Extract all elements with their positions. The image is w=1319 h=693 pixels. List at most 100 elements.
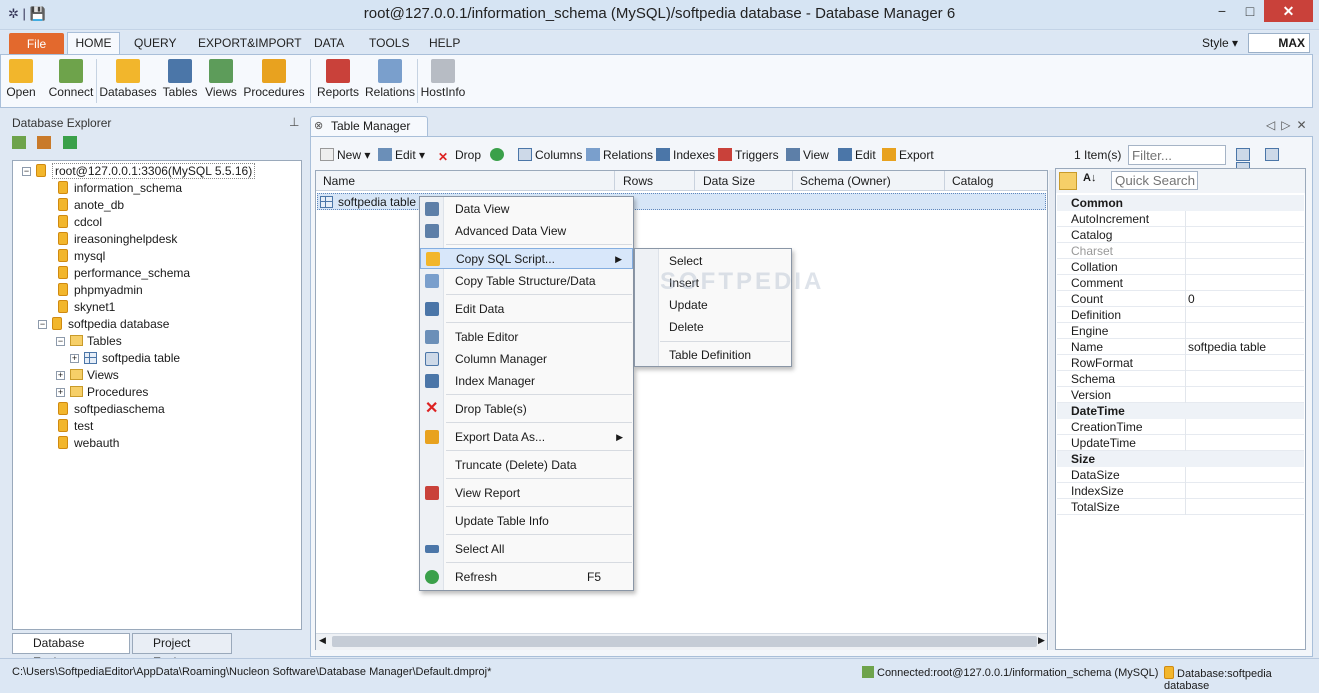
collapse-icon[interactable]: − (38, 320, 47, 329)
edit-data-button[interactable]: Edit (838, 147, 876, 163)
tab-help[interactable]: HELP (423, 35, 466, 55)
column-divider[interactable] (614, 171, 615, 191)
scrollbar-thumb[interactable] (332, 636, 1037, 647)
tree-database[interactable]: mysql (58, 248, 105, 265)
submenu-item-table-definition[interactable]: Table Definition (635, 345, 791, 365)
menu-item-copy-structure[interactable]: Copy Table Structure/Data (420, 271, 633, 291)
tab-export-import[interactable]: EXPORT&IMPORT (192, 35, 308, 55)
column-header-data-size[interactable]: Data Size (703, 174, 755, 188)
refresh-button[interactable] (490, 147, 507, 163)
category-size[interactable]: Size (1057, 451, 1304, 467)
column-header-rows[interactable]: Rows (623, 174, 653, 188)
column-header-name[interactable]: Name (323, 174, 355, 188)
tree-folder-tables[interactable]: − Tables (56, 333, 122, 350)
property-row[interactable]: UpdateTime (1057, 435, 1304, 451)
triggers-button[interactable]: Triggers (718, 147, 779, 163)
connect-icon[interactable] (12, 136, 26, 149)
categorized-icon[interactable] (1059, 172, 1077, 190)
sort-alpha-icon[interactable]: A↓ (1083, 172, 1096, 184)
menu-item-advanced-data-view[interactable]: Advanced Data View (420, 221, 633, 241)
expand-icon[interactable]: + (56, 371, 65, 380)
collapse-icon[interactable]: − (22, 167, 31, 176)
document-nav-icons[interactable]: ◁▷✕ (1266, 118, 1313, 132)
tree-database[interactable]: information_schema (58, 180, 182, 197)
disconnect-icon[interactable] (37, 136, 52, 149)
tab-table-manager[interactable]: Table Manager (310, 116, 428, 136)
property-row[interactable]: Name softpedia table (1057, 339, 1304, 355)
property-row[interactable]: Collation (1057, 259, 1304, 275)
menu-item-copy-sql-script[interactable]: Copy SQL Script... ▶ (420, 248, 633, 269)
menu-item-edit-data[interactable]: Edit Data (420, 299, 633, 319)
tables-button[interactable]: Tables (160, 55, 200, 105)
export-button[interactable]: Export (882, 147, 934, 163)
view-button[interactable]: View (786, 147, 829, 163)
scroll-right-icon[interactable]: ▶ (1038, 635, 1045, 646)
connect-button[interactable]: Connect (48, 55, 94, 105)
filter-input[interactable] (1128, 145, 1226, 165)
drop-button[interactable]: ✕ Drop (438, 147, 481, 164)
menu-item-table-editor[interactable]: Table Editor (420, 327, 633, 347)
maximize-button[interactable]: □ (1236, 0, 1264, 22)
category-common[interactable]: Common (1057, 195, 1304, 211)
procedures-button[interactable]: Procedures (243, 55, 305, 105)
table-row-name[interactable]: softpedia table (320, 195, 416, 209)
tree-table[interactable]: + softpedia table (70, 350, 180, 367)
columns-button[interactable]: Columns (518, 147, 582, 163)
submenu-item-update[interactable]: Update (635, 295, 791, 315)
hostinfo-button[interactable]: HostInfo (420, 55, 466, 105)
property-row[interactable]: Version (1057, 387, 1304, 403)
column-divider[interactable] (792, 171, 793, 191)
category-datetime[interactable]: DateTime (1057, 403, 1304, 419)
tree-database-softpedia[interactable]: − softpedia database (38, 316, 169, 333)
menu-item-index-manager[interactable]: Index Manager (420, 371, 633, 391)
tree-database[interactable]: webauth (58, 435, 119, 452)
property-row[interactable]: Schema (1057, 371, 1304, 387)
property-row[interactable]: Charset (1057, 243, 1304, 259)
reports-button[interactable]: Reports (316, 55, 360, 105)
column-header-catalog[interactable]: Catalog (952, 174, 993, 188)
views-button[interactable]: Views (203, 55, 239, 105)
column-divider[interactable] (944, 171, 945, 191)
pin-icon[interactable]: ⊥ (289, 115, 299, 129)
tab-database-explorer[interactable]: Database Explorer (12, 633, 130, 669)
quick-search-input[interactable] (1111, 171, 1198, 190)
property-row[interactable]: AutoIncrement (1057, 211, 1304, 227)
menu-item-truncate[interactable]: Truncate (Delete) Data (420, 455, 633, 475)
open-button[interactable]: Open (5, 55, 37, 105)
expand-icon[interactable]: + (56, 388, 65, 397)
tab-query[interactable]: QUERY (128, 35, 182, 55)
property-row[interactable]: TotalSize (1057, 499, 1304, 515)
expand-icon[interactable]: + (70, 354, 79, 363)
tree-database[interactable]: anote_db (58, 197, 124, 214)
details-view-icon[interactable] (1265, 148, 1280, 161)
menu-item-update-table-info[interactable]: Update Table Info (420, 511, 633, 531)
collapse-icon[interactable]: − (56, 337, 65, 346)
submenu-item-delete[interactable]: Delete (635, 317, 791, 337)
style-selector[interactable]: MAX (1248, 33, 1310, 53)
menu-item-select-all[interactable]: Select All (420, 539, 633, 559)
style-label[interactable]: Style ▾ (1202, 36, 1238, 50)
indexes-button[interactable]: Indexes (656, 147, 715, 163)
menu-item-refresh[interactable]: Refresh F5 (420, 567, 633, 587)
tree-folder-procedures[interactable]: + Procedures (56, 384, 148, 401)
list-view-icon[interactable] (1236, 148, 1250, 161)
tree-database[interactable]: test (58, 418, 93, 435)
tree-database[interactable]: skynet1 (58, 299, 115, 316)
tab-home[interactable]: HOME (67, 32, 120, 56)
tree-database[interactable]: cdcol (58, 214, 102, 231)
view-mode-buttons[interactable] (1236, 148, 1308, 175)
close-button[interactable]: ✕ (1264, 0, 1313, 22)
column-header-schema[interactable]: Schema (Owner) (800, 174, 891, 188)
property-row[interactable]: Count 0 (1057, 291, 1304, 307)
column-divider[interactable] (694, 171, 695, 191)
tab-data[interactable]: DATA (308, 35, 350, 55)
property-row[interactable]: DataSize (1057, 467, 1304, 483)
tree-folder-views[interactable]: + Views (56, 367, 119, 384)
menu-item-view-report[interactable]: View Report (420, 483, 633, 503)
new-button[interactable]: New ▾ (320, 147, 370, 163)
databases-button[interactable]: Databases (99, 55, 157, 105)
property-row[interactable]: Catalog (1057, 227, 1304, 243)
tab-tools[interactable]: TOOLS (363, 35, 415, 55)
tree-database[interactable]: phpmyadmin (58, 282, 143, 299)
tree-root[interactable]: − root@127.0.0.1:3306(MySQL 5.5.16) (22, 163, 256, 180)
